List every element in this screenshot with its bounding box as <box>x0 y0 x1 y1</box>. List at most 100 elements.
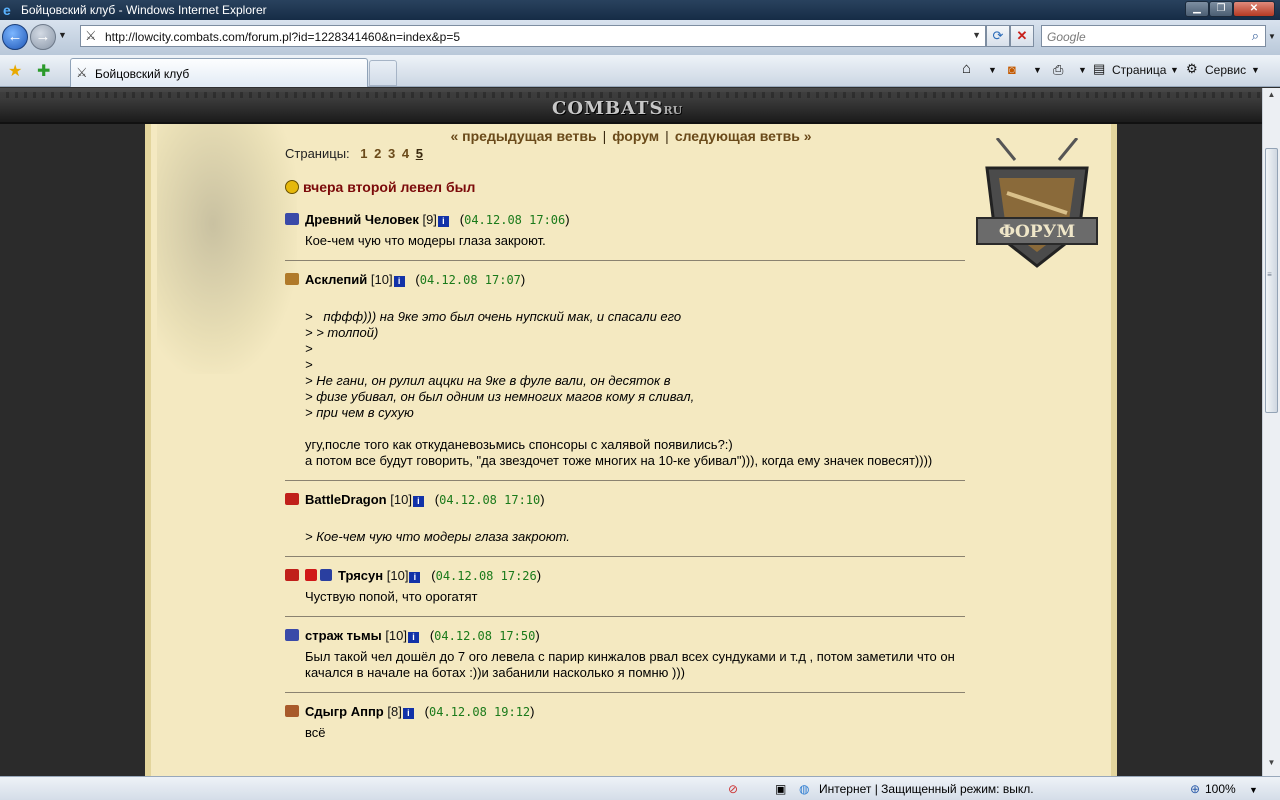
forum-link[interactable]: форум <box>612 128 659 144</box>
clan-icon[interactable] <box>285 569 299 581</box>
forum-post: BattleDragon [10] i (04.12.08 17:10) > Ко… <box>285 481 965 557</box>
home-dropdown-icon[interactable]: ▼ <box>988 65 997 75</box>
history-dropdown-icon[interactable]: ▼ <box>58 30 67 40</box>
home-icon[interactable]: ⌂ <box>962 60 971 77</box>
info-icon[interactable]: i <box>408 632 419 643</box>
maximize-button[interactable]: ❐ <box>1209 1 1233 17</box>
tab-title: Бойцовский клуб <box>95 67 190 81</box>
search-options-icon[interactable]: ▼ <box>1268 32 1276 41</box>
address-dropdown-icon[interactable]: ▼ <box>972 30 981 40</box>
security-zone[interactable]: Интернет | Защищенный режим: выкл. <box>819 782 1034 796</box>
post-author[interactable]: Асклепий <box>305 272 367 287</box>
clan-icon[interactable] <box>285 213 299 225</box>
info-icon[interactable]: i <box>402 708 414 719</box>
back-button[interactable]: ← <box>2 24 28 50</box>
page-viewport: COMBATSRU ФОРУМ « предыдущая ветвь | форум… <box>0 88 1262 776</box>
forward-button[interactable]: → <box>30 24 56 50</box>
vertical-scrollbar[interactable]: ▲ ≡ ▼ <box>1262 88 1280 776</box>
smiley-icon <box>285 180 299 194</box>
print-icon[interactable]: ⎙ <box>1053 62 1063 78</box>
status-bar: ⊘ ▣ ◍ Интернет | Защищенный режим: выкл.… <box>0 776 1280 800</box>
post-header: Сдыгр Аппр [8] i (04.12.08 19:12) <box>285 704 965 722</box>
stop-button[interactable]: ✕ <box>1010 25 1034 47</box>
service-dropdown-icon[interactable]: ▼ <box>1251 65 1260 75</box>
scroll-down-icon[interactable]: ▼ <box>1265 758 1278 772</box>
post-header: BattleDragon [10] i (04.12.08 17:10) <box>285 492 965 510</box>
post-level: [8] <box>387 704 402 719</box>
page-link-4[interactable]: 4 <box>402 146 409 161</box>
post-body: Был такой чел дошёл до 7 ого левела с па… <box>305 649 959 680</box>
page-status-icon: ▣ <box>775 782 787 796</box>
post-author[interactable]: Древний Человек <box>305 212 419 227</box>
search-box[interactable]: Google ⌕ <box>1041 25 1266 47</box>
info-icon[interactable]: i <box>437 216 449 227</box>
parchment-decoration <box>157 124 297 374</box>
feeds-dropdown-icon[interactable]: ▼ <box>1033 65 1042 75</box>
order-badge-icon[interactable] <box>305 569 317 581</box>
page-icon[interactable]: ▤ <box>1093 61 1105 77</box>
refresh-button[interactable]: ⟳ <box>986 25 1010 47</box>
post-author[interactable]: Трясун <box>338 568 383 583</box>
ie-logo-icon: e <box>3 2 11 18</box>
scrollbar-thumb[interactable] <box>1265 148 1278 413</box>
post-date: 04.12.08 17:10 <box>439 493 541 507</box>
favorites-star-icon[interactable]: ★ <box>8 61 22 81</box>
previous-thread-link[interactable]: « предыдущая ветвь <box>451 128 597 144</box>
info-icon[interactable]: i <box>409 572 421 583</box>
service-menu[interactable]: Сервис <box>1205 63 1246 77</box>
address-bar[interactable]: ⚔ http://lowcity.combats.com/forum.pl?id… <box>80 25 986 47</box>
search-icon[interactable]: ⌕ <box>1252 28 1259 44</box>
shield-badge-icon[interactable] <box>320 569 332 581</box>
post-author[interactable]: BattleDragon <box>305 492 387 507</box>
page-menu[interactable]: Страница <box>1112 63 1166 77</box>
post-date: 04.12.08 19:12 <box>429 705 531 719</box>
forum-post: Асклепий [10] i (04.12.08 17:07) > пффф))… <box>285 261 965 481</box>
post-header: Древний Человек [9] i (04.12.08 17:06) <box>285 212 965 230</box>
info-icon[interactable]: i <box>393 276 405 287</box>
new-tab-button[interactable] <box>369 60 397 86</box>
clan-icon[interactable] <box>285 629 299 641</box>
tab-bar: ★ ✚ ⚔ Бойцовский клуб ⌂ ▼ ◙ ▼ ⎙ ▼ ▤ Стра… <box>0 55 1280 87</box>
combats-logo[interactable]: COMBATSRU <box>552 98 682 119</box>
scroll-up-icon[interactable]: ▲ <box>1265 90 1278 104</box>
forum-post: Древний Человек [9] i (04.12.08 17:06) Ко… <box>285 201 965 261</box>
search-placeholder: Google <box>1047 30 1086 44</box>
forum-post: Сдыгр Аппр [8] i (04.12.08 19:12) всё <box>285 693 965 752</box>
next-thread-link[interactable]: следующая ветвь » <box>675 128 812 144</box>
page-link-5[interactable]: 5 <box>416 146 423 161</box>
page-dropdown-icon[interactable]: ▼ <box>1170 65 1179 75</box>
zoom-level[interactable]: 100% <box>1205 782 1236 796</box>
pagination: Страницы: 1 2 3 4 5 <box>285 146 965 166</box>
zoom-icon[interactable]: ⊕ <box>1190 782 1200 796</box>
window-title: Бойцовский клуб - Windows Internet Explo… <box>21 3 267 17</box>
info-icon[interactable]: i <box>412 496 424 507</box>
gear-icon[interactable]: ⚙ <box>1186 61 1198 77</box>
post-author[interactable]: страж тьмы <box>305 628 382 643</box>
popup-blocked-icon[interactable]: ⊘ <box>728 782 738 796</box>
close-button[interactable]: ✕ <box>1233 1 1275 17</box>
address-url[interactable]: http://lowcity.combats.com/forum.pl?id=1… <box>105 30 460 44</box>
post-body: Кое-чем чую что модеры глаза закроют. <box>305 233 546 248</box>
zoom-dropdown-icon[interactable]: ▼ <box>1249 785 1258 795</box>
post-author[interactable]: Сдыгр Аппр <box>305 704 384 719</box>
clan-icon[interactable] <box>285 493 299 505</box>
post-date: 04.12.08 17:50 <box>434 629 536 643</box>
post-header: страж тьмы [10] i (04.12.08 17:50) <box>285 628 965 646</box>
site-favicon-icon: ⚔ <box>85 28 97 43</box>
add-favorites-icon[interactable]: ✚ <box>37 61 50 81</box>
tab-combats[interactable]: ⚔ Бойцовский клуб <box>70 58 368 87</box>
print-dropdown-icon[interactable]: ▼ <box>1078 65 1087 75</box>
post-body: всё <box>305 725 326 740</box>
post-header: Асклепий [10] i (04.12.08 17:07) <box>285 272 965 290</box>
minimize-button[interactable]: ▁ <box>1185 1 1209 17</box>
feeds-icon[interactable]: ◙ <box>1008 62 1016 77</box>
page-link-2[interactable]: 2 <box>374 146 381 161</box>
post-quote: > пффф))) на 9ке это был очень нупский м… <box>305 309 695 420</box>
post-date: 04.12.08 17:26 <box>435 569 537 583</box>
clan-icon[interactable] <box>285 705 299 717</box>
post-body: угу,после того как откуданевозьмись спон… <box>305 437 933 468</box>
clan-icon[interactable] <box>285 273 299 285</box>
page-link-1[interactable]: 1 <box>360 146 367 161</box>
page-link-3[interactable]: 3 <box>388 146 395 161</box>
pages-label: Страницы: <box>285 146 350 161</box>
